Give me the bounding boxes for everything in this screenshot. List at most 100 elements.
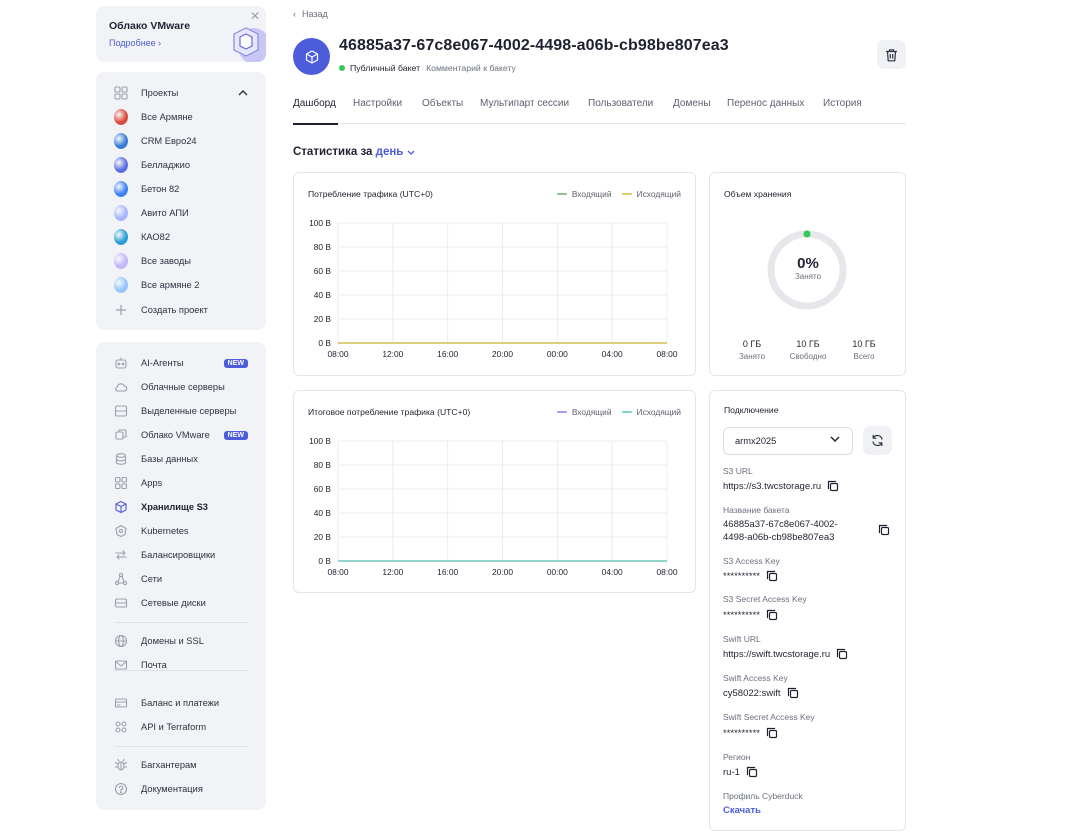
tab-item[interactable]: Объекты [422,98,463,109]
sidebar-item[interactable]: Сетевые диски [114,594,254,612]
storage-used-label: Занято [738,352,766,361]
bucket-name-line2: 4498-a06b-cb98be807ea3 [723,532,835,543]
x-tick-label: 16:00 [437,567,458,577]
project-item[interactable]: CRM Евро24 [114,132,254,150]
sidebar-divider [114,622,248,623]
copy-icon[interactable] [766,727,778,739]
copy-icon[interactable] [746,766,758,778]
bucket-comment-link[interactable]: Комментарий к бакету [426,63,516,73]
bug-icon [114,758,128,772]
back-label: Назад [302,9,328,19]
tab-item[interactable]: Настройки [353,98,402,109]
tab-item[interactable]: Дашборд [293,98,336,109]
project-avatar [114,277,128,293]
project-label: КАО82 [141,232,170,242]
project-avatar [114,205,128,221]
chevron-up-icon[interactable] [238,88,248,99]
copy-icon[interactable] [836,648,848,660]
sidebar-item-label: Хранилище S3 [141,502,208,512]
x-tick-label: 08:00 [657,349,678,359]
refresh-button[interactable] [863,426,892,455]
swift-url-label: Swift URL [723,634,761,644]
sidebar-item-label: Kubernetes [141,526,189,536]
sidebar-item[interactable]: Kubernetes [114,522,254,540]
sidebar-item[interactable]: Багхантерам [114,756,254,774]
sidebar-item-label: Балансировщики [141,550,216,560]
tab-item[interactable]: История [823,98,862,109]
sidebar-item[interactable]: Облако VMware NEW [114,426,254,444]
stats-period-dropdown[interactable]: день [376,146,415,158]
project-item[interactable]: Бетон 82 [114,180,254,198]
copy-icon[interactable] [787,687,799,699]
back-link[interactable]: ‹ Назад [293,9,334,19]
project-avatar [114,109,128,125]
s3-access-key-label: S3 Access Key [723,556,780,566]
cyberduck-download-link[interactable]: Скачать [723,805,761,816]
sidebar-item[interactable]: Выделенные серверы [114,402,254,420]
sidebar-item-label: Сети [141,574,163,584]
sidebar-item[interactable]: Базы данных [114,450,254,468]
user-select[interactable]: armx2025 [723,427,853,455]
swift-secret-key-value: ********** [723,727,760,739]
copy-icon[interactable] [766,570,778,582]
total-traffic-chart: 100 B80 B60 B40 B20 B0 B08:00 12:00 16:00 2… [309,436,678,577]
region-row: ru-1 [723,766,758,778]
project-item[interactable]: Авито АПИ [114,204,254,222]
sidebar-item[interactable]: Облачные серверы [114,378,254,396]
s3-url-row: https://s3.twcstorage.ru [723,480,839,492]
vmware-logo-icon [233,27,266,62]
project-item[interactable]: Все Армяне [114,108,254,126]
sidebar-divider [114,746,248,747]
storage-free-value: 10 ГБ [796,339,820,349]
tab-item[interactable]: Перенос данных [727,98,804,109]
tab-item[interactable]: Мультипарт сессии [480,98,569,109]
s3-access-key-row: ********** [723,570,778,582]
sidebar-item[interactable]: Почта [114,656,254,674]
sidebar-item[interactable]: Сети [114,570,254,588]
s3-secret-key-label: S3 Secret Access Key [723,594,807,604]
region-label: Регион [723,752,751,762]
storage-free-label: Свободно [789,352,827,361]
apps-icon [114,476,128,490]
y-tick-label: 60 B [314,484,332,494]
y-tick-label: 100 B [309,436,331,446]
y-tick-label: 80 B [314,242,332,252]
sidebar-item[interactable]: Документация [114,780,254,798]
y-tick-label: 80 B [314,460,332,470]
storage-card: Объем хранения 0% Занято 0 ГБ Занято 10 … [709,172,906,376]
project-item[interactable]: Белладжио [114,156,254,174]
project-label: Все армяне 2 [141,280,200,290]
sidebar-item[interactable]: Хранилище S3 [114,498,254,516]
copy-icon[interactable] [827,480,839,492]
copy-icon[interactable] [766,609,778,621]
tab-item[interactable]: Пользователи [588,98,653,109]
sidebar-item-label: AI-Агенты [141,358,184,368]
y-tick-label: 20 B [314,314,332,324]
delete-bucket-button[interactable] [877,40,906,69]
sidebar-item[interactable]: API и Terraform [114,718,254,736]
create-project-button[interactable]: Создать проект [114,301,254,319]
project-item[interactable]: Все армяне 2 [114,276,254,294]
tab-item[interactable]: Домены [673,98,711,109]
project-item[interactable]: Все заводы [114,252,254,270]
services-panel: AI-Агенты NEW Облачные серверы Выделенные с… [96,342,266,810]
sidebar-item[interactable]: AI-Агенты NEW [114,354,254,372]
traffic-chart: 100 B80 B60 B40 B20 B0 B08:00 12:00 16:00 2… [309,218,678,359]
promo-more-link[interactable]: Подробнее › [109,38,161,48]
connection-title: Подключение [724,405,779,415]
projects-header-label: Проекты [141,88,179,98]
cyberduck-label: Профиль Cyberduck [723,791,803,801]
projects-header[interactable]: Проекты [114,84,254,102]
stats-prefix: Статистика за [293,146,373,158]
sidebar-item[interactable]: Домены и SSL [114,632,254,650]
copy-icon[interactable] [878,524,890,536]
user-select-value: armx2025 [735,436,777,446]
project-item[interactable]: КАО82 [114,228,254,246]
x-tick-label: 00:00 [547,567,568,577]
sidebar-item[interactable]: Apps [114,474,254,492]
project-avatar [114,253,128,269]
sidebar-item[interactable]: Балансировщики [114,546,254,564]
swift-secret-key-row: ********** [723,727,778,739]
storage-title: Объем хранения [724,189,792,199]
sidebar-item[interactable]: Баланс и платежи [114,694,254,712]
